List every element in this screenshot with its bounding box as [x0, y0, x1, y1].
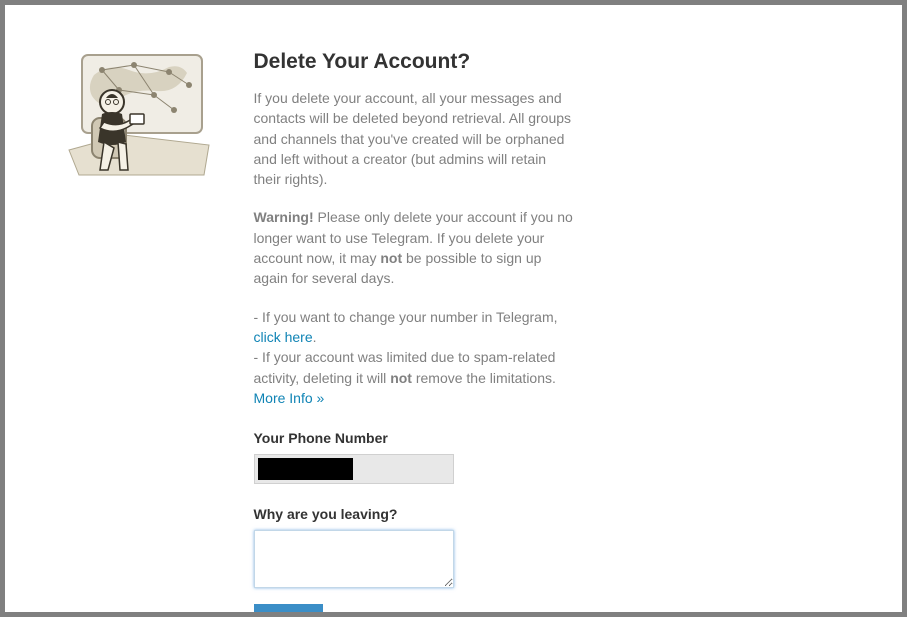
page-title: Delete Your Account? [254, 50, 574, 74]
phone-input[interactable] [254, 454, 454, 484]
warning-label: Warning! [254, 209, 314, 225]
more-info-link[interactable]: More Info » [254, 390, 325, 406]
main-content: Delete Your Account? If you delete your … [254, 50, 574, 612]
bullet-change-number-a: - If you want to change your number in T… [254, 309, 558, 325]
done-button[interactable]: Done [254, 604, 323, 612]
bullet-change-number-b: . [313, 329, 317, 345]
phone-label: Your Phone Number [254, 430, 574, 446]
change-number-link[interactable]: click here [254, 329, 313, 345]
content-container: Delete Your Account? If you delete your … [64, 50, 844, 612]
phone-redacted-value [258, 458, 353, 480]
intro-paragraph: If you delete your account, all your mes… [254, 88, 574, 189]
illustration-column [64, 50, 224, 612]
reason-textarea[interactable] [254, 530, 454, 588]
bullet-spam-not: not [390, 370, 412, 386]
delete-account-illustration [64, 50, 214, 180]
reason-label: Why are you leaving? [254, 506, 574, 522]
bullet-spam-b: remove the limitations. [412, 370, 556, 386]
notes-paragraph: - If you want to change your number in T… [254, 307, 574, 408]
warning-not: not [380, 250, 402, 266]
page-frame: Delete Your Account? If you delete your … [5, 5, 902, 612]
warning-paragraph: Warning! Please only delete your account… [254, 207, 574, 288]
